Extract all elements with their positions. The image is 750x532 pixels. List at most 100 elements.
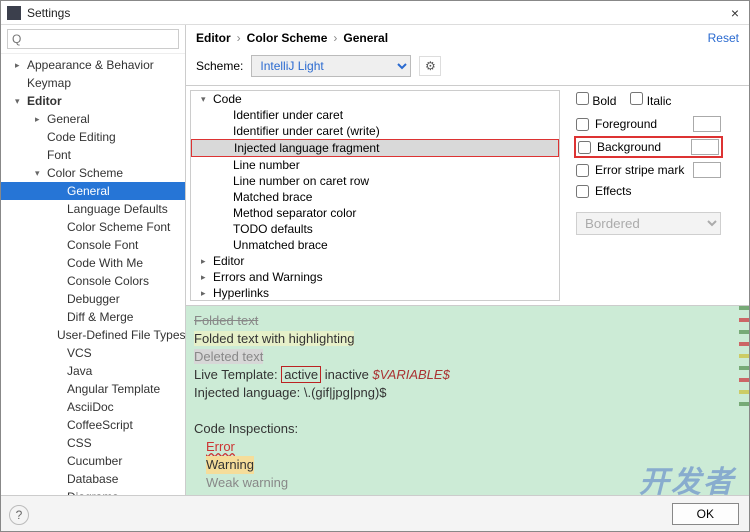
tree-item-label: Console Font [67,238,138,252]
tree-item-label: Color Scheme Font [67,220,170,234]
tree-item-label: Cucumber [67,454,122,468]
tree-item[interactable]: Java [1,362,185,380]
chevron-icon: ▸ [15,60,25,71]
tree-item[interactable]: Code Editing [1,128,185,146]
tree-item[interactable]: Color Scheme Font [1,218,185,236]
tree-item[interactable]: Method separator color [191,205,559,221]
tree-item[interactable]: AsciiDoc [1,398,185,416]
background-row[interactable]: Background [576,138,721,156]
preview-line: Warning [206,456,254,474]
help-icon[interactable]: ? [9,505,29,525]
tree-item-label: Method separator color [233,206,356,220]
preview-line: Injected language: \.(gif|jpg|png)$ [194,384,741,402]
breadcrumb-a[interactable]: Editor [196,31,231,45]
tree-item[interactable]: Line number [191,157,559,173]
preview-line: Weak warning [194,474,288,492]
element-tree: ▾CodeIdentifier under caret Identifier un… [190,90,560,301]
bold-checkbox[interactable]: Bold [576,92,616,108]
effect-type-select[interactable]: Bordered [576,212,721,235]
tree-item[interactable]: Identifier under caret (write) [191,123,559,139]
tree-item[interactable]: Font [1,146,185,164]
tree-item-label: Unmatched brace [233,238,328,252]
breadcrumb-b[interactable]: Color Scheme [247,31,328,45]
tree-item[interactable]: Diagrams [1,488,185,495]
tree-item-label: Code Editing [47,130,116,144]
tree-item[interactable]: VCS [1,344,185,362]
tree-item[interactable]: CoffeeScript [1,416,185,434]
foreground-swatch[interactable] [693,116,721,132]
tree-item[interactable]: Console Colors [1,272,185,290]
tree-item-label: CoffeeScript [67,418,133,432]
chevron-icon: ▸ [201,256,211,267]
chevron-right-icon: › [333,31,337,45]
tree-item[interactable]: Injected language fragment [191,139,559,157]
tree-item[interactable]: Code With Me [1,254,185,272]
scheme-label: Scheme: [196,59,243,73]
tree-item[interactable]: Cucumber [1,452,185,470]
tree-item[interactable]: General [1,182,185,200]
tree-item-label: Identifier under caret (write) [233,124,380,138]
gear-icon[interactable]: ⚙ [419,56,441,76]
tree-item-label: VCS [67,346,92,360]
tree-item[interactable]: CSS [1,434,185,452]
tree-item-label: Console Colors [67,274,149,288]
tree-item[interactable]: Angular Template [1,380,185,398]
preview-line: Code Inspections: [194,420,741,438]
tree-item-label: Color Scheme [47,166,123,180]
tree-item[interactable]: ▾Code [191,91,559,107]
tree-item[interactable]: ▸General [1,110,185,128]
tree-item[interactable]: Diff & Merge [1,308,185,326]
chevron-right-icon: › [237,31,241,45]
tree-item[interactable]: ▾Editor [1,92,185,110]
scheme-select[interactable]: IntelliJ Light [251,55,411,77]
italic-checkbox[interactable]: Italic [630,92,671,108]
tree-item[interactable]: Unmatched brace [191,237,559,253]
tree-item[interactable]: TODO defaults [191,221,559,237]
chevron-icon: ▾ [15,96,25,107]
tree-item-label: AsciiDoc [67,400,114,414]
tree-item-label: Identifier under caret [233,108,343,122]
tree-item-label: Appearance & Behavior [27,58,154,72]
chevron-icon: ▾ [35,168,45,179]
tree-item[interactable]: ▸Hyperlinks [191,285,559,301]
tree-item[interactable]: ▸Editor [191,253,559,269]
reset-link[interactable]: Reset [708,31,739,45]
foreground-row[interactable]: Foreground [576,116,721,132]
preview-line: Live Template: active inactive $VARIABLE… [194,366,741,384]
tree-item[interactable]: Language Defaults [1,200,185,218]
tree-item-label: Editor [27,94,62,108]
tree-item-label: TODO defaults [233,222,313,236]
tree-item[interactable]: Database [1,470,185,488]
effects-row[interactable]: Effects [576,184,721,198]
tree-item[interactable]: Console Font [1,236,185,254]
preview-line: Deleted text [194,349,263,364]
preview-line: Deprecated symbol [194,492,318,495]
search-input[interactable] [7,29,179,49]
close-icon[interactable]: × [727,5,743,21]
tree-item-label: Code With Me [67,256,143,270]
breadcrumb: Editor › Color Scheme › General Reset [186,25,749,51]
tree-item[interactable]: Identifier under caret [191,107,559,123]
tree-item[interactable]: Matched brace [191,189,559,205]
settings-sidebar: ▸Appearance & BehaviorKeymap▾Editor▸Gene… [1,25,186,495]
chevron-icon: ▸ [35,114,45,125]
chevron-icon: ▾ [201,94,211,105]
tree-item[interactable]: ▸Errors and Warnings [191,269,559,285]
preview-pane: Folded text Folded text with highlightin… [186,305,749,495]
background-swatch[interactable] [691,139,719,155]
chevron-icon: ▸ [201,288,211,299]
stripe-swatch[interactable] [693,162,721,178]
tree-item[interactable]: User-Defined File Types [1,326,185,344]
tree-item[interactable]: Line number on caret row [191,173,559,189]
stripe-row[interactable]: Error stripe mark [576,162,721,178]
tree-item-label: Font [47,148,71,162]
app-icon [7,6,21,20]
tree-item-label: General [47,112,90,126]
breadcrumb-c[interactable]: General [343,31,388,45]
tree-item[interactable]: Debugger [1,290,185,308]
tree-item[interactable]: ▾Color Scheme [1,164,185,182]
ok-button[interactable]: OK [672,503,739,525]
minimap [739,306,749,495]
tree-item[interactable]: ▸Appearance & Behavior [1,56,185,74]
tree-item[interactable]: Keymap [1,74,185,92]
